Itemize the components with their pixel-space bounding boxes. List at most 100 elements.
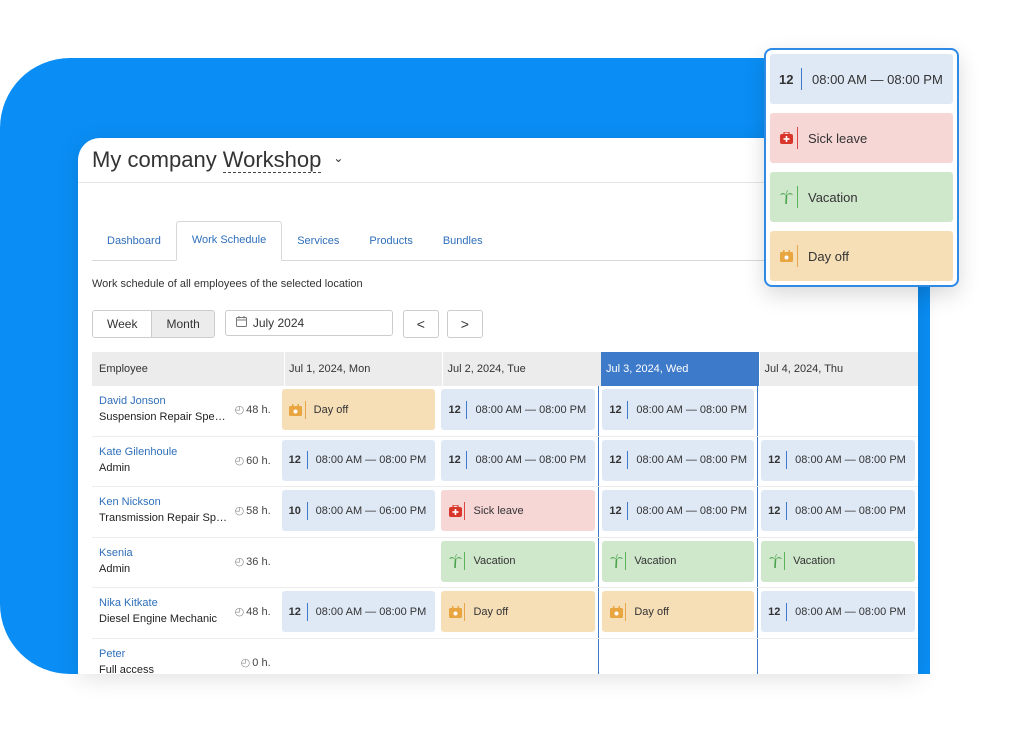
week-button[interactable]: Week <box>93 311 152 337</box>
hours-value: 36 h. <box>246 555 271 568</box>
tab-bundles[interactable]: Bundles <box>428 223 498 260</box>
tab-dashboard[interactable]: Dashboard <box>92 223 176 260</box>
shift-hours: 12 <box>448 403 461 416</box>
day-header[interactable]: Jul 1, 2024, Mon <box>283 352 443 386</box>
schedule-block[interactable]: 12 08:00 AM — 08:00 PM <box>761 591 916 632</box>
schedule-block[interactable]: Vacation <box>602 540 755 582</box>
employee-role: Transmission Repair Spe... <box>99 512 229 524</box>
schedule-block[interactable]: Day off <box>441 591 596 632</box>
schedule-block[interactable]: 12 08:00 AM — 08:00 PM <box>441 389 596 430</box>
schedule-cell[interactable]: Vacation <box>758 538 918 588</box>
month-picker[interactable]: July 2024 <box>224 310 393 336</box>
schedule-cell[interactable]: Sick leave <box>438 487 598 537</box>
chevron-down-icon[interactable]: ⌄ <box>333 151 343 165</box>
location-selector[interactable]: Workshop <box>222 147 322 173</box>
divider <box>786 451 788 469</box>
schedule-cell[interactable]: 12 08:00 AM — 08:00 PM <box>598 487 759 537</box>
schedule-cell[interactable]: Day off <box>279 386 439 436</box>
first-aid-icon <box>448 504 462 518</box>
schedule-cell[interactable]: Vacation <box>438 538 598 588</box>
schedule-cell[interactable]: 10 08:00 AM — 06:00 PM <box>279 487 439 537</box>
schedule-cell[interactable]: Vacation <box>598 537 759 587</box>
tab-services[interactable]: Services <box>282 223 354 260</box>
schedule-label: Day off <box>808 248 849 264</box>
month-button[interactable]: Month <box>151 311 214 337</box>
schedule-block[interactable]: 10 08:00 AM — 06:00 PM <box>281 490 436 531</box>
schedule-cell[interactable]: 12 08:00 AM — 08:00 PM <box>438 437 598 487</box>
schedule-cell[interactable] <box>758 386 918 436</box>
shift-hours: 12 <box>448 454 461 466</box>
schedule-cell[interactable] <box>598 638 759 674</box>
day-header-selected[interactable]: Jul 3, 2024, Wed <box>600 352 760 386</box>
schedule-cell[interactable]: 12 08:00 AM — 08:00 PM <box>758 487 918 537</box>
schedule-cell[interactable] <box>279 639 439 675</box>
schedule-block[interactable]: 12 08:00 AM — 08:00 PM <box>761 490 916 531</box>
schedule-cell[interactable]: 12 08:00 AM — 08:00 PM <box>598 386 759 436</box>
shift-hours: 10 <box>288 504 301 517</box>
divider <box>464 501 466 520</box>
schedule-block[interactable]: 12 08:00 AM — 08:00 PM <box>281 591 436 632</box>
schedule-cell[interactable] <box>438 639 598 675</box>
schedule-block[interactable]: 12 08:00 AM — 08:00 PM <box>441 439 596 481</box>
dropdown-option[interactable]: 12 08:00 AM — 08:00 PM <box>770 54 953 104</box>
schedule-cell[interactable]: Day off <box>438 588 598 638</box>
shift-hours: 12 <box>609 403 622 416</box>
dropdown-option[interactable]: Sick leave <box>770 113 953 163</box>
shift-hours: 12 <box>779 71 794 87</box>
divider <box>306 602 308 621</box>
schedule-cell[interactable]: 12 08:00 AM — 08:00 PM <box>279 437 439 487</box>
shift-hours: 12 <box>609 454 622 466</box>
schedule-label: 08:00 AM — 08:00 PM <box>636 403 747 416</box>
schedule-block[interactable]: Vacation <box>761 540 916 582</box>
shift-hours: 12 <box>768 605 781 618</box>
dropdown-option[interactable]: Vacation <box>770 172 953 222</box>
schedule-label: Sick leave <box>473 504 524 517</box>
schedule-cell[interactable]: Day off <box>598 588 759 638</box>
schedule-block[interactable]: 12 08:00 AM — 08:00 PM <box>602 389 755 430</box>
hours-value: 48 h. <box>246 404 271 416</box>
schedule-block[interactable]: 12 08:00 AM — 08:00 PM <box>602 439 755 481</box>
employee-cell: David Jonson Suspension Repair Speci... … <box>92 386 279 436</box>
employee-cell: Kate Gilenhoule Admin ◴ 60 h. <box>92 437 279 487</box>
employee-column-header: Employee <box>99 363 148 375</box>
dropdown-option[interactable]: Day off <box>770 231 953 281</box>
schedule-label: Day off <box>634 605 669 618</box>
schedule-block[interactable]: Day off <box>602 591 755 632</box>
schedule-cell[interactable]: 12 08:00 AM — 08:00 PM <box>758 588 918 638</box>
schedule-block[interactable]: Day off <box>281 389 436 430</box>
prev-button[interactable]: < <box>402 310 439 338</box>
schedule-cell[interactable]: 12 08:00 AM — 08:00 PM <box>279 588 439 638</box>
employee-name-link[interactable]: Peter <box>99 648 125 660</box>
schedule-cell[interactable]: 12 08:00 AM — 08:00 PM <box>438 386 598 436</box>
day-header[interactable]: Jul 4, 2024, Thu <box>759 352 918 386</box>
schedule-block[interactable]: Vacation <box>441 540 596 582</box>
tab-products[interactable]: Products <box>354 223 427 260</box>
schedule-cell[interactable] <box>758 639 918 675</box>
palm-tree-icon <box>779 190 793 204</box>
view-toggle: Week Month <box>92 310 215 338</box>
schedule-block[interactable]: 12 08:00 AM — 08:00 PM <box>761 439 916 481</box>
schedule-cell[interactable] <box>279 538 439 588</box>
table-row: Ken Nickson Transmission Repair Spe... ◴… <box>92 487 918 538</box>
employee-name-link[interactable]: Kate Gilenhoule <box>99 446 177 458</box>
employee-name-link[interactable]: Ksenia <box>99 547 133 559</box>
employee-cell: Peter Full access ◴ 0 h. <box>92 639 279 675</box>
gift-calendar-icon <box>448 605 462 619</box>
schedule-block[interactable]: Sick leave <box>441 490 596 531</box>
employee-name-link[interactable]: David Jonson <box>99 395 166 407</box>
schedule-block[interactable]: 12 08:00 AM — 08:00 PM <box>602 490 755 531</box>
divider <box>625 552 627 570</box>
schedule-cell[interactable]: 12 08:00 AM — 08:00 PM <box>758 437 918 487</box>
tab-work-schedule[interactable]: Work Schedule <box>175 221 283 261</box>
next-button[interactable]: > <box>446 310 483 338</box>
schedule-block[interactable]: 12 08:00 AM — 08:00 PM <box>281 439 436 481</box>
employee-name-link[interactable]: Ken Nickson <box>99 496 161 508</box>
employee-name-link[interactable]: Nika Kitkate <box>99 597 158 609</box>
table-row: David Jonson Suspension Repair Speci... … <box>92 386 918 437</box>
schedule-cell[interactable]: 12 08:00 AM — 08:00 PM <box>598 436 759 486</box>
day-header[interactable]: Jul 2, 2024, Tue <box>442 352 601 386</box>
divider <box>304 400 306 419</box>
divider <box>627 501 629 520</box>
employee-cell: Ksenia Admin ◴ 36 h. <box>92 538 279 588</box>
schedule-label: Vacation <box>473 555 516 567</box>
